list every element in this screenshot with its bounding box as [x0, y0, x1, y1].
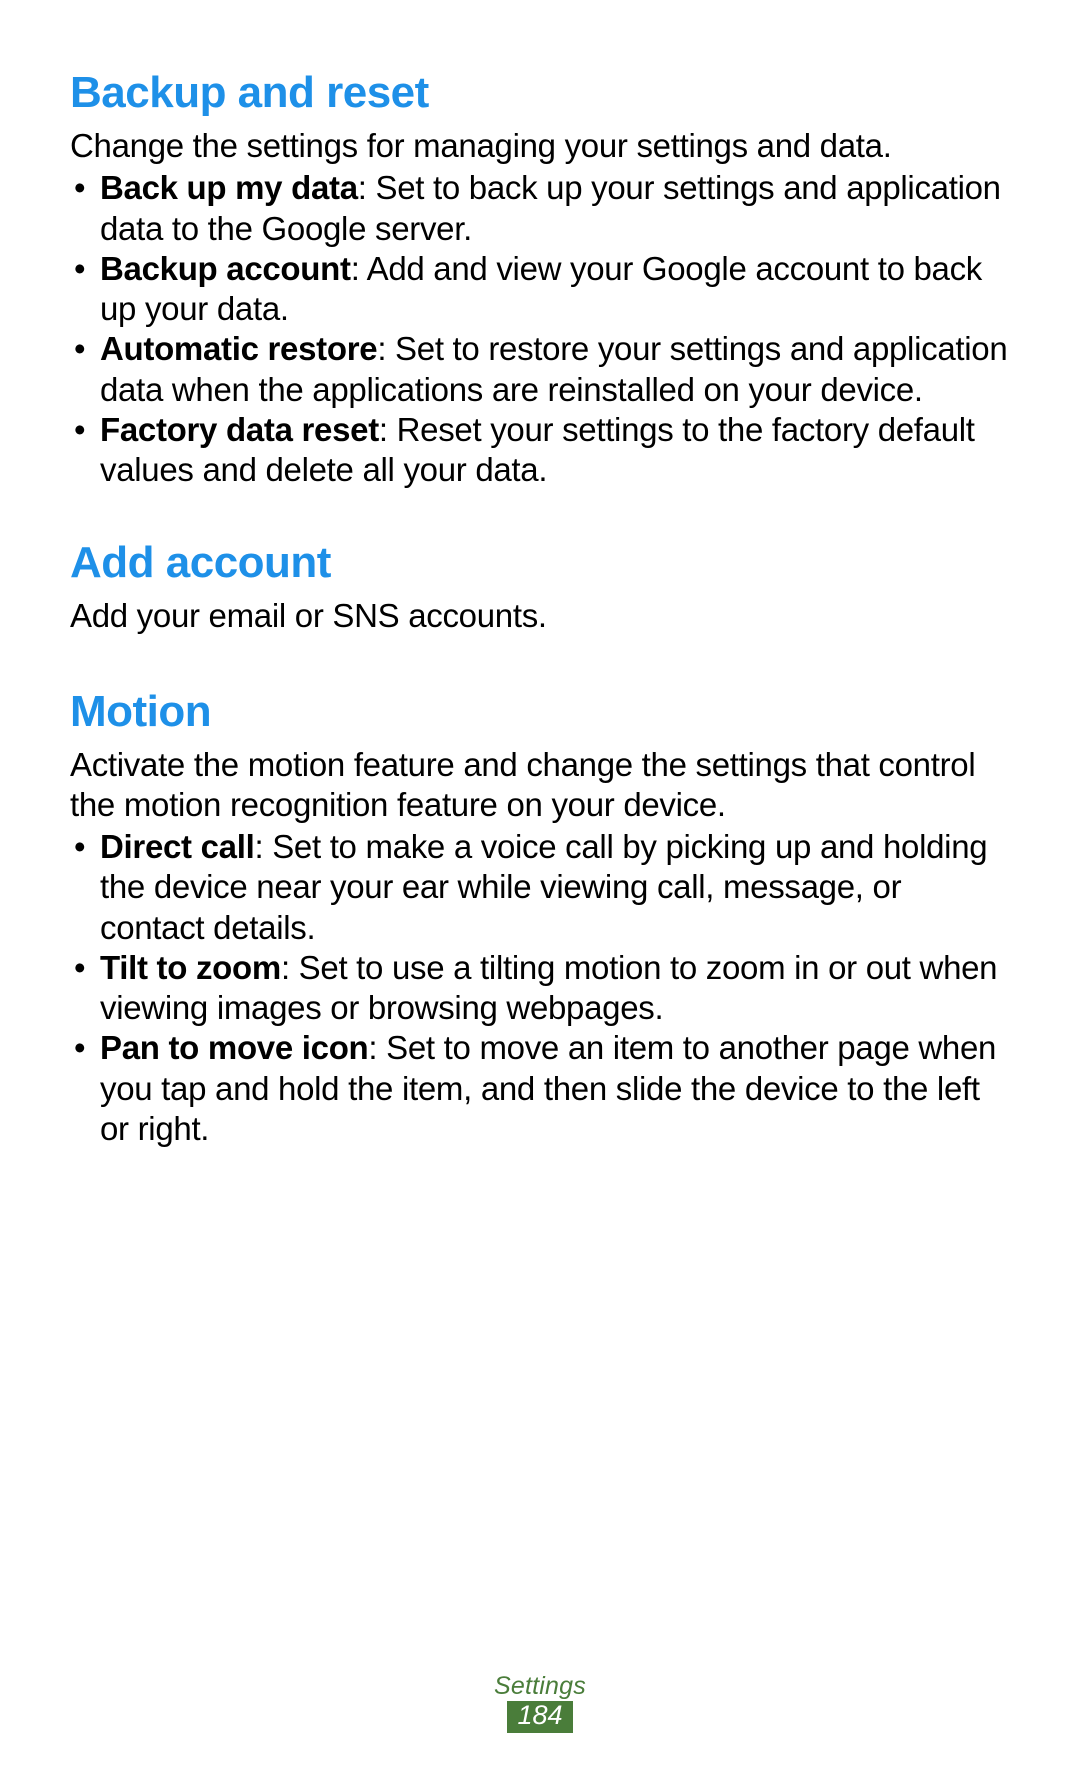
section-gap: [70, 639, 1010, 687]
section-heading-add-account: Add account: [70, 538, 1010, 588]
bullet-bold-text: Factory data reset: [100, 411, 379, 448]
page-footer: Settings 184: [0, 1672, 1080, 1733]
page-number: 184: [507, 1701, 572, 1733]
section-heading-backup-reset: Backup and reset: [70, 68, 1010, 118]
bullet-bold-text: Automatic restore: [100, 330, 377, 367]
bullet-bold-text: Back up my data: [100, 169, 358, 206]
bullet-item: Automatic restore: Set to restore your s…: [70, 329, 1010, 410]
bullet-bold-text: Tilt to zoom: [100, 949, 281, 986]
section-intro: Change the settings for managing your se…: [70, 126, 1010, 166]
bullet-item: Direct call: Set to make a voice call by…: [70, 827, 1010, 948]
section-intro: Add your email or SNS accounts.: [70, 596, 1010, 636]
bullet-item: Backup account: Add and view your Google…: [70, 249, 1010, 330]
bullet-list: Direct call: Set to make a voice call by…: [70, 827, 1010, 1149]
bullet-bold-text: Pan to move icon: [100, 1029, 368, 1066]
bullet-list: Back up my data: Set to back up your set…: [70, 168, 1010, 490]
footer-section-label: Settings: [0, 1672, 1080, 1701]
section-intro: Activate the motion feature and change t…: [70, 745, 1010, 826]
bullet-item: Tilt to zoom: Set to use a tilting motio…: [70, 948, 1010, 1029]
page-content: Backup and reset Change the settings for…: [0, 0, 1080, 1149]
bullet-item: Pan to move icon: Set to move an item to…: [70, 1028, 1010, 1149]
bullet-bold-text: Backup account: [100, 250, 351, 287]
section-heading-motion: Motion: [70, 687, 1010, 737]
bullet-bold-text: Direct call: [100, 828, 254, 865]
bullet-item: Factory data reset: Reset your settings …: [70, 410, 1010, 491]
section-gap: [70, 490, 1010, 538]
bullet-item: Back up my data: Set to back up your set…: [70, 168, 1010, 249]
